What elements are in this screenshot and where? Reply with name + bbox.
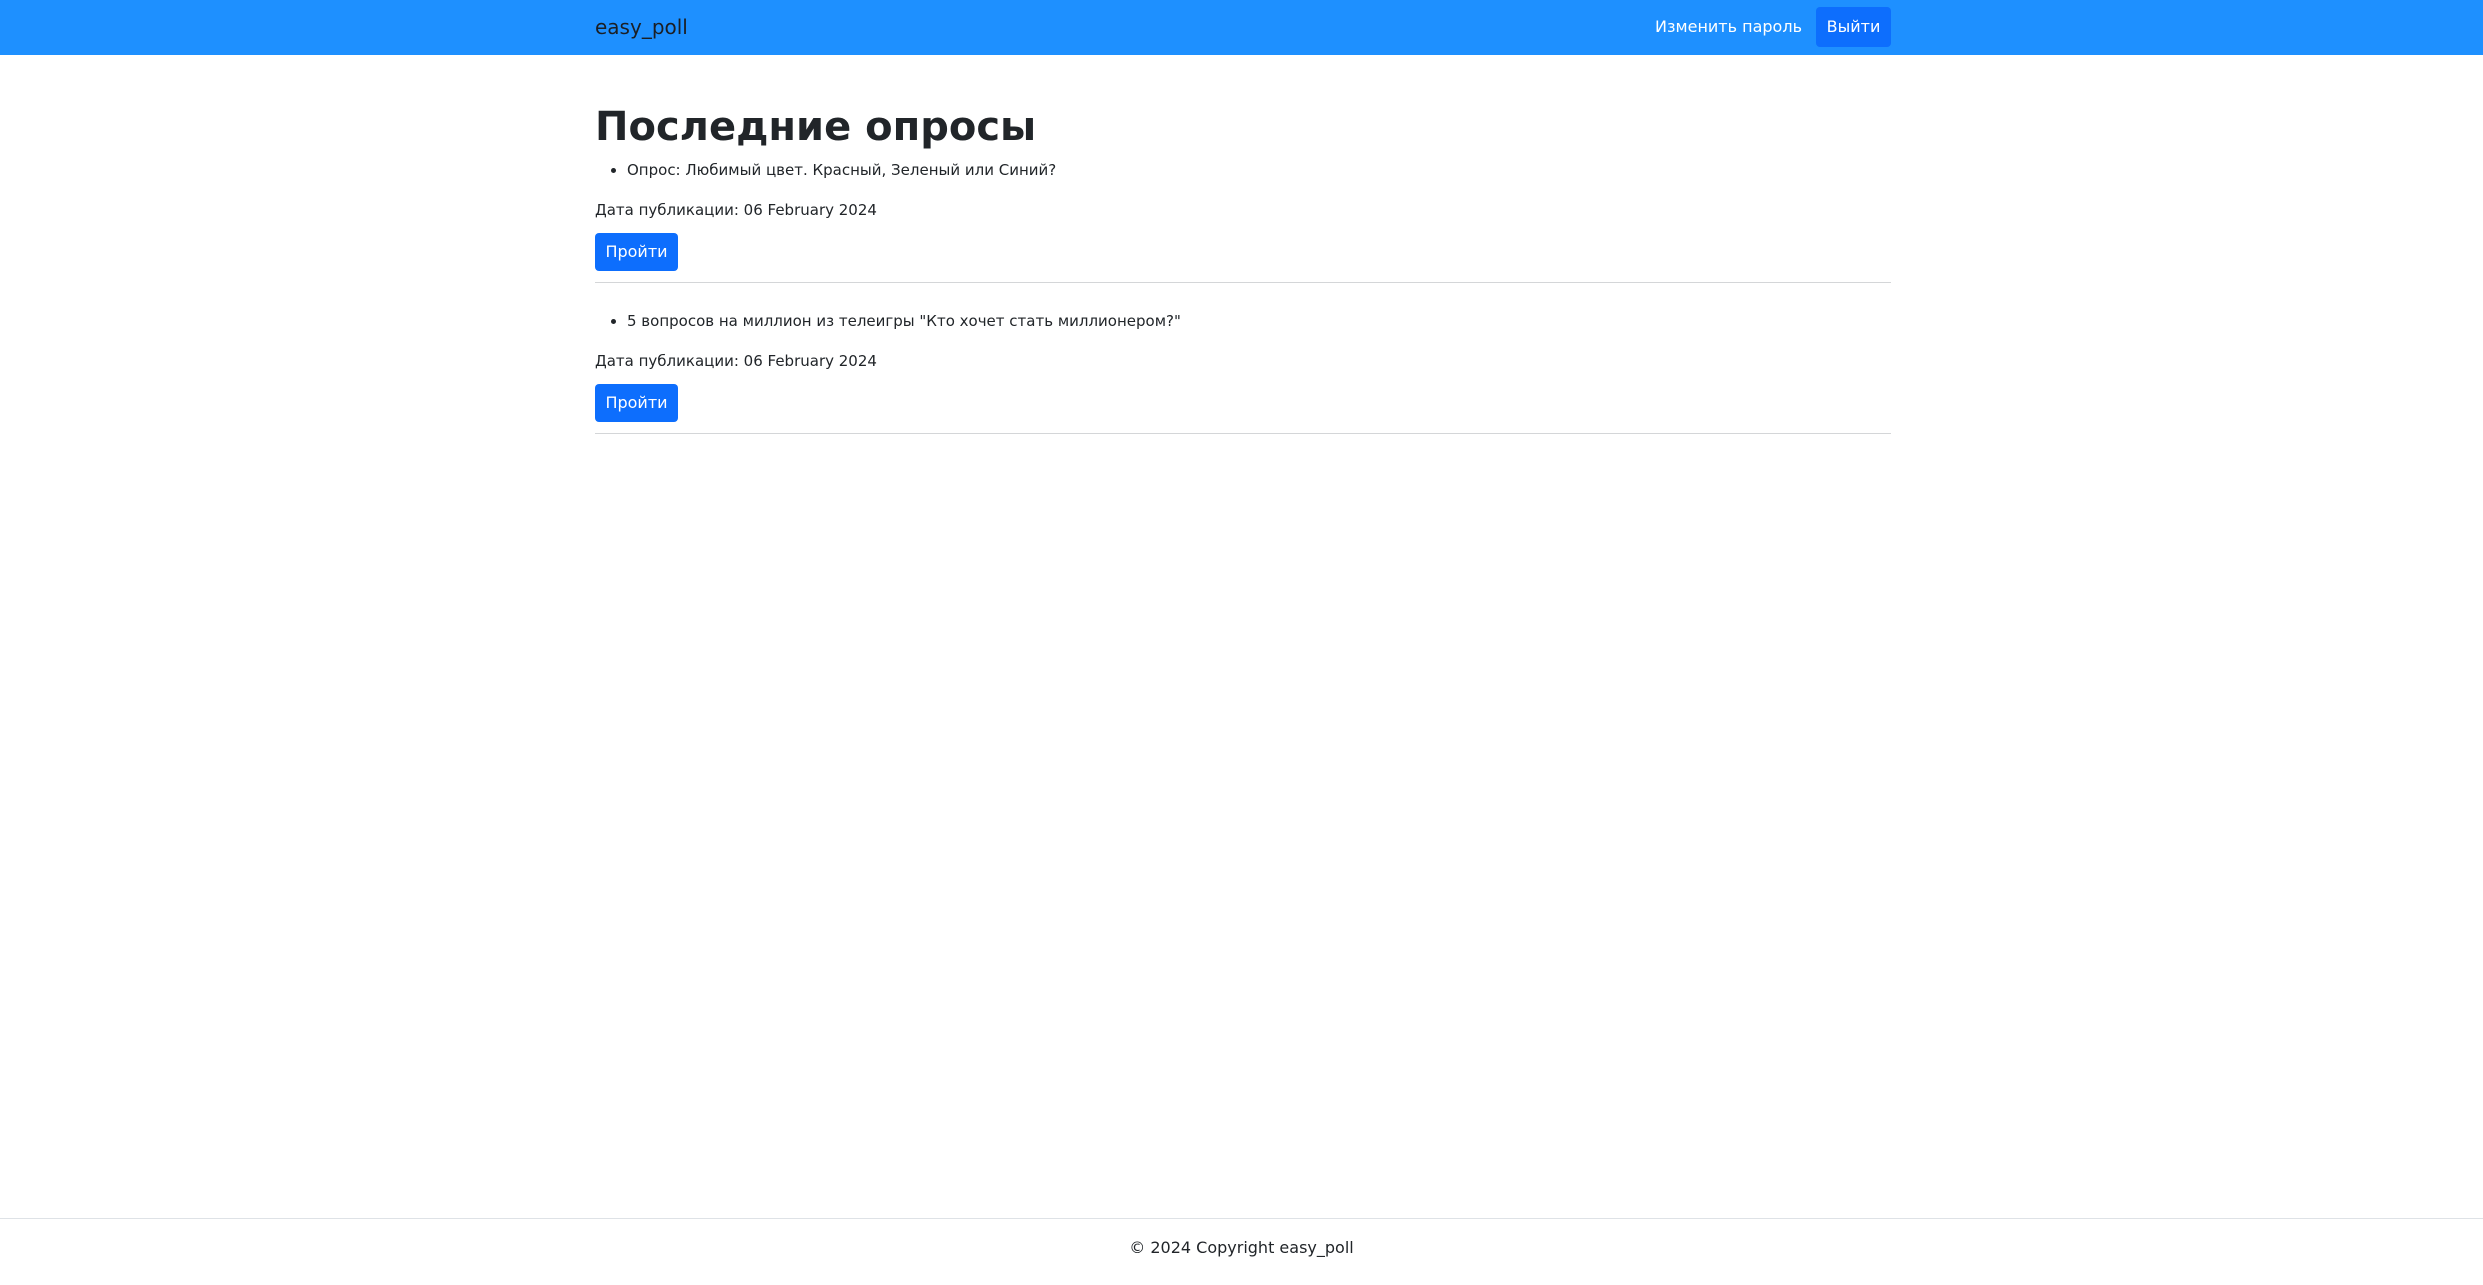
- take-poll-button[interactable]: Пройти: [595, 233, 678, 271]
- poll-divider: [595, 433, 1891, 434]
- copyright-text: © 2024 Copyright easy_poll: [1129, 1238, 1354, 1257]
- page-title: Последние опросы: [595, 104, 1037, 150]
- navbar: easy_poll Изменить пароль Выйти: [0, 0, 2483, 55]
- change-password-link[interactable]: Изменить пароль: [1655, 17, 1802, 37]
- poll-title: 5 вопросов на миллион из телеигры "Кто х…: [627, 310, 1181, 332]
- poll-date: Дата публикации: 06 February 2024: [595, 352, 877, 370]
- poll-list: Опрос: Любимый цвет. Красный, Зеленый ил…: [595, 159, 1056, 181]
- poll-title: Опрос: Любимый цвет. Красный, Зеленый ил…: [627, 159, 1056, 181]
- poll-list: 5 вопросов на миллион из телеигры "Кто х…: [595, 310, 1181, 332]
- poll-date: Дата публикации: 06 February 2024: [595, 201, 877, 219]
- logout-button[interactable]: Выйти: [1816, 7, 1891, 47]
- brand-link[interactable]: easy_poll: [595, 15, 688, 39]
- footer: © 2024 Copyright easy_poll: [0, 1218, 2483, 1285]
- take-poll-button[interactable]: Пройти: [595, 384, 678, 422]
- poll-divider: [595, 282, 1891, 283]
